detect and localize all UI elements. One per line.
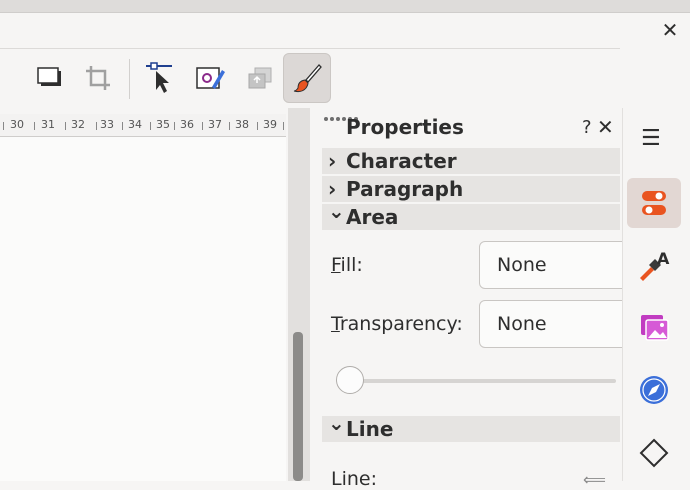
ruler-tick: 35 (156, 118, 170, 131)
ruler-tick: 36 (180, 118, 194, 131)
ruler-tick: 39 (263, 118, 277, 131)
svg-text:A: A (657, 249, 670, 268)
ruler-tick: 30 (10, 118, 24, 131)
properties-deck-button[interactable] (627, 178, 681, 228)
paintbrush-button[interactable] (283, 53, 331, 103)
navigator-deck-button[interactable] (627, 365, 681, 415)
properties-panel: Properties ? ✕ › Character › Paragraph ⌄… (311, 108, 629, 490)
toolbar-separator (129, 59, 130, 99)
section-label: Line (346, 417, 394, 441)
paintbrush-icon (293, 64, 322, 93)
close-document-button[interactable]: ✕ (658, 18, 682, 42)
section-label: Character (346, 149, 457, 173)
section-line[interactable]: ⌄ Line (322, 411, 620, 442)
properties-deck-icon (642, 191, 666, 215)
chevron-down-icon: ⌄ (328, 199, 345, 223)
horizontal-ruler: 30 31 32 33 34 35 36 37 38 39 (0, 114, 286, 137)
section-character[interactable]: › Character (322, 148, 620, 174)
shapes-deck-button[interactable] (627, 428, 681, 478)
image-edit-button[interactable] (186, 53, 234, 103)
section-paragraph[interactable]: › Paragraph (322, 176, 620, 202)
ruler-tick: 31 (41, 118, 55, 131)
line-label: Line: (331, 468, 377, 490)
gallery-deck-icon (641, 315, 669, 341)
ruler-tick: 37 (208, 118, 222, 131)
line-arrow-icon[interactable]: ⟸ (583, 470, 606, 489)
fill-label: Fill: (331, 254, 363, 276)
shadow-button[interactable] (26, 53, 74, 103)
title-strip (0, 0, 690, 13)
ruler-tick: 38 (235, 118, 249, 131)
close-panel-button[interactable]: ✕ (597, 115, 614, 139)
styles-deck-icon: A (640, 249, 670, 281)
fill-dropdown[interactable]: None (479, 241, 629, 289)
shadow-icon (37, 67, 61, 86)
transparency-slider-knob[interactable] (336, 366, 364, 394)
sidebar-tabbar: ☰ A (622, 108, 690, 481)
arrange-icon (248, 67, 272, 89)
navigator-deck-icon (640, 376, 668, 404)
styles-deck-button[interactable]: A (627, 240, 681, 290)
ruler-tick: 33 (100, 118, 114, 131)
section-label: Area (346, 205, 399, 229)
transparency-label: Transparency: (331, 313, 463, 335)
transparency-dropdown[interactable]: None (479, 300, 629, 348)
panel-title: Properties (346, 115, 464, 139)
dropdown-arrow-icon (0, 72, 1, 84)
drawing-toolbar (0, 48, 620, 107)
dropdown-arrow-button[interactable] (0, 53, 12, 103)
chevron-right-icon: › (328, 149, 337, 173)
help-button[interactable]: ? (582, 117, 592, 138)
chevron-down-icon: ⌄ (328, 411, 345, 435)
select-at-text-icon (146, 62, 172, 93)
document-canvas[interactable] (0, 137, 286, 481)
scrollbar-thumb[interactable] (293, 332, 303, 481)
section-label: Paragraph (346, 177, 464, 201)
transparency-slider[interactable] (353, 379, 616, 383)
section-area[interactable]: ⌄ Area (322, 199, 620, 230)
ruler-tick: 34 (128, 118, 142, 131)
ruler-tick: 32 (71, 118, 85, 131)
crop-button[interactable] (74, 53, 122, 103)
sidebar-menu-icon[interactable]: ☰ (641, 126, 661, 151)
crop-icon (86, 66, 110, 90)
gallery-deck-button[interactable] (627, 303, 681, 353)
select-at-text-button[interactable] (134, 53, 182, 103)
image-edit-icon (196, 67, 225, 89)
arrange-button[interactable] (236, 53, 284, 103)
shapes-deck-icon (639, 438, 669, 468)
vertical-scrollbar[interactable] (288, 108, 310, 481)
